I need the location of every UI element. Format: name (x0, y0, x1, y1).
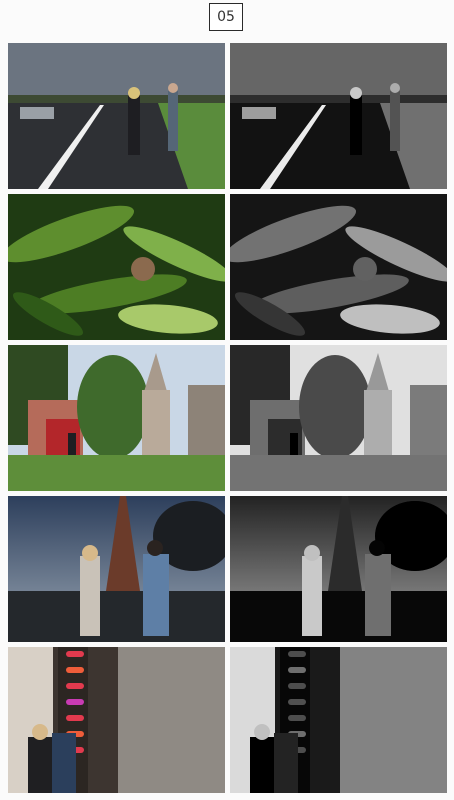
neon-lights-color-photo[interactable] (8, 647, 225, 793)
chateau-garden-color-photo[interactable] (8, 345, 225, 491)
eiffel-dusk-color-photo[interactable] (8, 496, 225, 642)
corn-leaves-color-photo[interactable] (8, 194, 225, 340)
road-couple-bw-photo[interactable] (230, 43, 447, 189)
corn-leaves-bw-photo[interactable] (230, 194, 447, 340)
road-couple-color-photo[interactable] (8, 43, 225, 189)
chateau-garden-bw-photo[interactable] (230, 345, 447, 491)
neon-lights-bw-photo[interactable] (230, 647, 447, 793)
page-number-badge: 05 (209, 3, 243, 31)
eiffel-dusk-bw-photo[interactable] (230, 496, 447, 642)
